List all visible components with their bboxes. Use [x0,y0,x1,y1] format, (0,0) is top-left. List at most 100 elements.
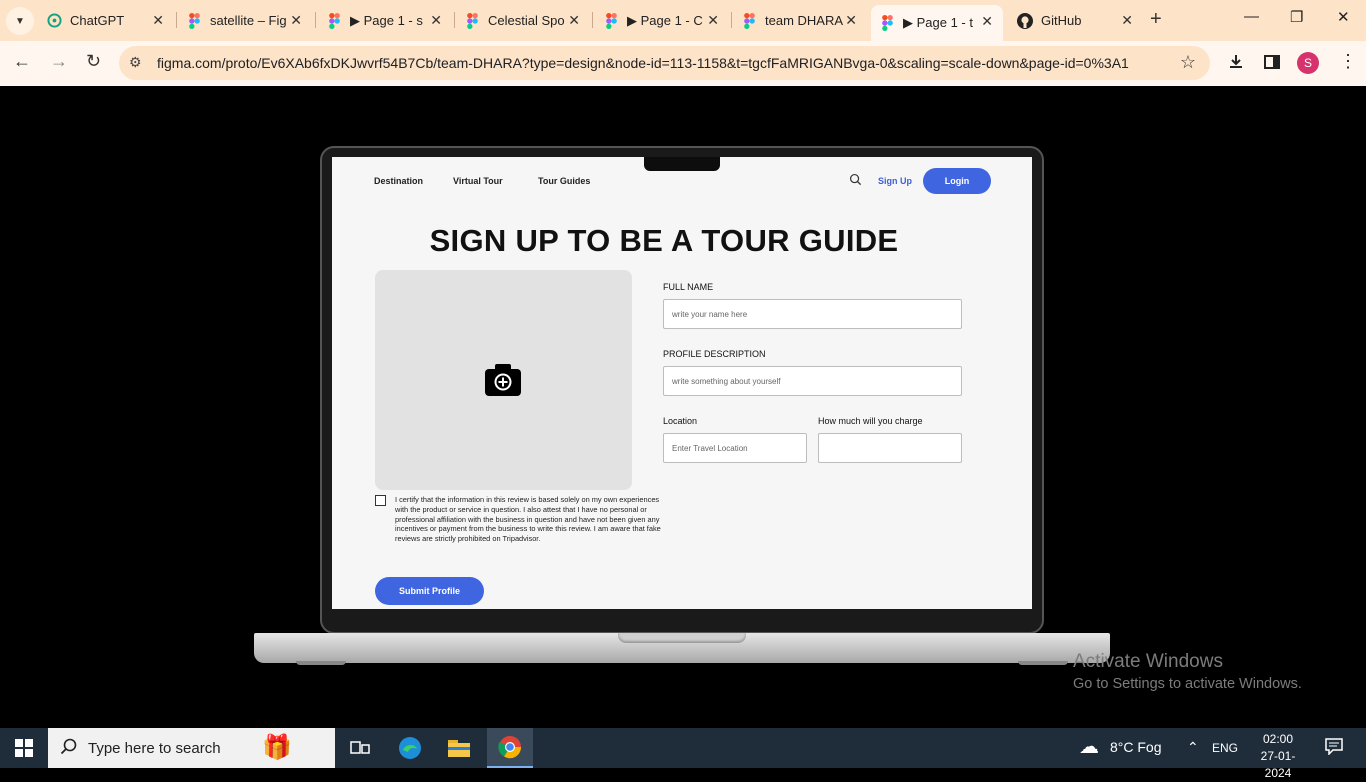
github-icon [1017,12,1033,29]
language-indicator[interactable]: ENG [1212,741,1238,755]
url-text[interactable]: figma.com/proto/Ev6XAb6fxDKJwvrf54B7Cb/t… [157,55,1129,71]
tab-celestial[interactable]: Celestial Spo ✕ [464,6,590,35]
location-input[interactable]: Enter Travel Location [663,433,807,463]
browser-tab-bar: ▼ ChatGPT ✕ satellite – Fig ✕ ▶ Page 1 -… [0,0,1366,41]
tab-github[interactable]: GitHub ✕ [1017,6,1143,35]
windows-taskbar: Type here to search 🎁 ☁ 8°C Fog ⌃ ENG 02… [0,728,1366,780]
close-tab-icon[interactable]: ✕ [430,12,442,29]
figma-icon [464,12,480,29]
login-button[interactable]: Login [923,168,991,194]
close-tab-icon[interactable]: ✕ [152,12,164,29]
figma-icon [603,12,619,29]
chrome-icon[interactable] [487,728,533,768]
full-name-label: FULL NAME [663,282,714,292]
tab-search-chevron-icon[interactable]: ▼ [6,7,34,35]
minimize-icon[interactable]: — [1244,8,1259,25]
figma-icon [741,12,757,29]
taskbar-search-placeholder: Type here to search [88,740,221,757]
tab-divider [731,12,732,28]
chatgpt-icon [46,13,62,29]
laptop-hinge-notch [618,633,746,643]
clock-date: 27-01-2024 [1260,749,1296,780]
certify-checkbox[interactable] [375,495,386,506]
search-icon[interactable] [849,173,862,186]
profile-avatar[interactable]: S [1297,52,1319,74]
tab-divider [592,12,593,28]
tab-satellite[interactable]: satellite – Fig ✕ [186,6,312,35]
new-tab-button[interactable]: + [1150,8,1162,31]
search-icon [60,738,77,755]
certify-text: I certify that the information in this r… [395,495,661,544]
taskbar-clock[interactable]: 02:00 27-01-2024 [1255,731,1301,782]
profile-description-input[interactable]: write something about yourself [663,366,962,396]
address-bar[interactable]: ⚙ figma.com/proto/Ev6XAb6fxDKJwvrf54B7Cb… [119,46,1210,80]
download-icon[interactable] [1227,53,1245,76]
tab-title: ▶ Page 1 - t [903,15,973,30]
tab-title: ▶ Page 1 - C [627,12,703,28]
back-arrow-icon[interactable]: ← [13,51,31,72]
figma-icon [879,15,895,31]
start-button[interactable] [0,728,48,768]
full-name-input[interactable]: write your name here [663,299,962,329]
side-panel-icon[interactable] [1263,53,1281,76]
taskbar-search-box[interactable]: Type here to search 🎁 [48,728,335,768]
charge-input[interactable] [818,433,962,463]
laptop-foot [296,661,346,665]
close-tab-icon[interactable]: ✕ [1121,12,1133,29]
close-tab-icon[interactable]: ✕ [568,12,580,29]
tab-title: GitHub [1041,13,1082,28]
charge-label: How much will you charge [818,416,923,426]
tab-title: ▶ Page 1 - s [350,12,423,28]
camera-add-icon[interactable] [485,363,521,397]
nav-tour-guides[interactable]: Tour Guides [538,176,590,186]
forward-arrow-icon[interactable]: → [50,51,68,72]
reload-icon[interactable]: ↻ [86,51,101,72]
profile-description-label: PROFILE DESCRIPTION [663,349,766,359]
figma-icon [186,12,202,29]
tab-divider [176,12,177,28]
tab-page1-c[interactable]: ▶ Page 1 - C ✕ [603,6,729,35]
close-tab-icon[interactable]: ✕ [981,13,993,30]
close-tab-icon[interactable]: ✕ [290,12,302,29]
close-tab-icon[interactable]: ✕ [845,12,857,29]
nav-destination[interactable]: Destination [374,176,423,186]
tab-title: Celestial Spo [488,13,565,28]
browser-toolbar: ← → ↻ ⚙ figma.com/proto/Ev6XAb6fxDKJwvrf… [0,41,1366,86]
activate-windows-subtitle: Go to Settings to activate Windows. [1073,676,1302,692]
tab-title: team DHARA [765,13,844,28]
activate-windows-title: Activate Windows [1073,651,1223,672]
edge-icon[interactable] [387,728,433,768]
tab-divider [315,12,316,28]
location-label: Location [663,416,698,426]
weather-text[interactable]: 8°C Fog [1110,739,1162,755]
tab-title: ChatGPT [70,13,125,28]
profile-photo-upload[interactable] [375,270,632,490]
chevron-up-icon[interactable]: ⌃ [1187,739,1199,756]
prototype-screen: Destination Virtual Tour Tour Guides Sig… [332,157,1032,609]
bookmark-star-icon[interactable]: ☆ [1180,52,1196,73]
file-explorer-icon[interactable] [436,728,482,768]
submit-profile-button[interactable]: Submit Profile [375,577,484,605]
signup-link[interactable]: Sign Up [878,176,912,186]
laptop-foot [1018,661,1068,665]
close-tab-icon[interactable]: ✕ [707,12,719,29]
tab-chatgpt[interactable]: ChatGPT ✕ [46,6,174,35]
figma-icon [326,12,342,29]
weather-cloud-icon[interactable]: ☁ [1079,734,1099,759]
notification-icon[interactable] [1325,737,1343,758]
tab-team-dhara[interactable]: team DHARA ✕ [741,6,867,35]
nav-virtual-tour[interactable]: Virtual Tour [453,176,503,186]
restore-icon[interactable]: ❐ [1290,8,1303,26]
tab-page1-s[interactable]: ▶ Page 1 - s ✕ [326,6,452,35]
laptop-camera-notch [644,157,720,171]
task-view-icon[interactable] [337,728,383,768]
tab-page1-t-active[interactable]: ▶ Page 1 - t ✕ [871,5,1003,41]
more-menu-icon[interactable]: ⋮ [1339,51,1357,72]
gift-icon: 🎁 [262,734,292,761]
page-title: SIGN UP TO BE A TOUR GUIDE [429,223,899,258]
close-window-icon[interactable]: ✕ [1337,8,1350,26]
tab-divider [454,12,455,28]
clock-time: 02:00 [1262,732,1294,746]
windows-logo-icon [15,739,33,757]
site-settings-icon[interactable]: ⚙ [129,54,142,71]
